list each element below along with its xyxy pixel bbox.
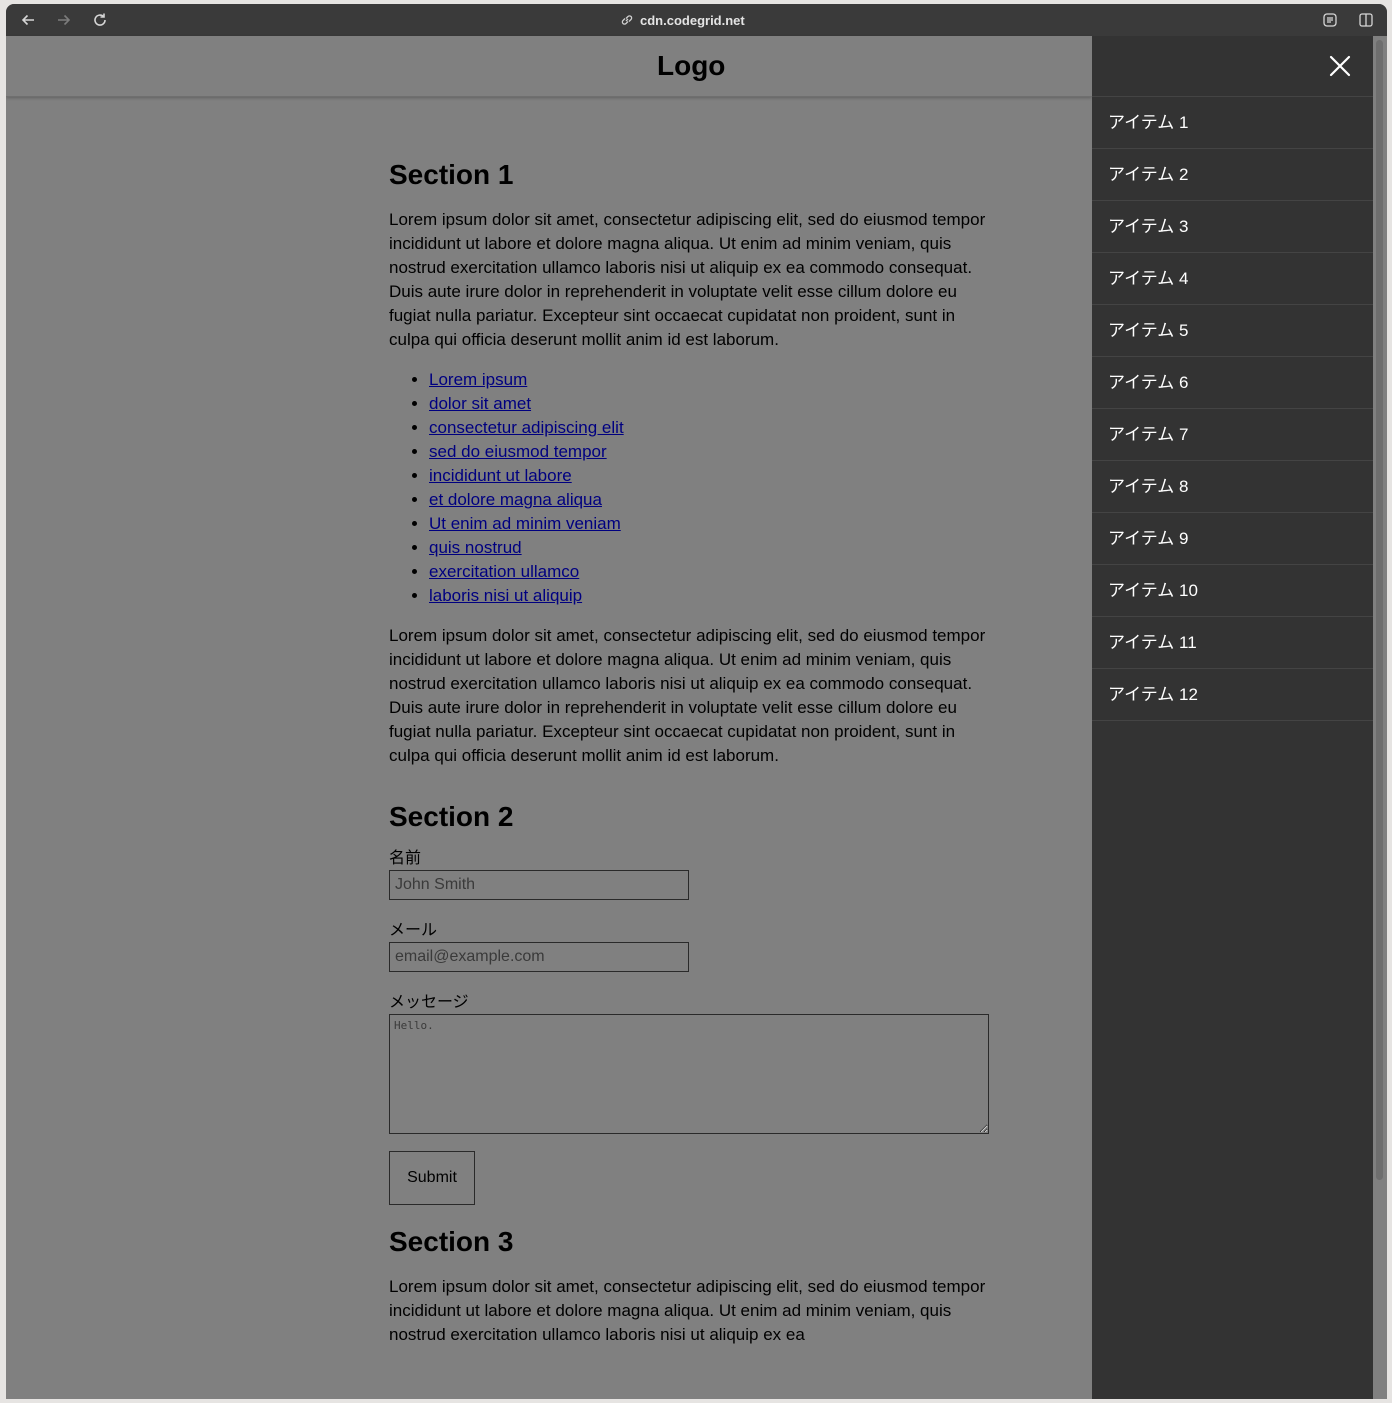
drawer-item-12[interactable]: アイテム 12 — [1092, 669, 1373, 721]
list-item: exercitation ullamco — [429, 560, 989, 584]
back-button[interactable] — [18, 10, 38, 30]
browser-window: cdn.codegrid.net Logo Section 1 Lorem ip… — [6, 4, 1387, 1399]
page-scrollbar[interactable] — [1376, 40, 1383, 1180]
email-label: メール — [389, 922, 438, 939]
drawer-item-8[interactable]: アイテム 8 — [1092, 461, 1373, 513]
drawer-item-3[interactable]: アイテム 3 — [1092, 201, 1373, 253]
list-item: quis nostrud — [429, 536, 989, 560]
list-item: incididunt ut labore — [429, 464, 989, 488]
browser-toolbar: cdn.codegrid.net — [6, 4, 1387, 36]
list-item: sed do eiusmod tempor — [429, 440, 989, 464]
section-3-title: Section 3 — [389, 1226, 514, 1257]
logo[interactable]: Logo — [657, 50, 725, 82]
link-icon — [621, 15, 633, 25]
drawer-item-1[interactable]: アイテム 1 — [1092, 97, 1373, 149]
reload-icon — [94, 13, 106, 26]
navigation-drawer: アイテム 1 アイテム 2 アイテム 3 アイテム 4 アイテム 5 アイテム … — [1092, 36, 1373, 1399]
link-laboris[interactable]: laboris nisi ut aliquip — [429, 586, 582, 605]
extension-button[interactable] — [1320, 10, 1340, 30]
sidebar-toggle-button[interactable] — [1356, 10, 1376, 30]
reload-button[interactable] — [90, 10, 110, 30]
drawer-item-7[interactable]: アイテム 7 — [1092, 409, 1373, 461]
list-item: laboris nisi ut aliquip — [429, 584, 989, 608]
list-item: Ut enim ad minim veniam — [429, 512, 989, 536]
message-label: メッセージ — [389, 994, 469, 1011]
link-exercitation[interactable]: exercitation ullamco — [429, 562, 579, 581]
arrow-right-icon — [58, 14, 71, 26]
close-button[interactable] — [1327, 53, 1353, 79]
url-text: cdn.codegrid.net — [640, 12, 745, 28]
address-bar[interactable]: cdn.codegrid.net — [620, 12, 745, 28]
link-lorem-ipsum[interactable]: Lorem ipsum — [429, 370, 527, 389]
section-1-paragraph-1: Lorem ipsum dolor sit amet, consectetur … — [389, 210, 986, 349]
drawer-item-5[interactable]: アイテム 5 — [1092, 305, 1373, 357]
arrow-left-icon — [21, 14, 34, 26]
drawer-header — [1092, 36, 1373, 97]
extension-icon — [1323, 13, 1337, 27]
link-incididunt[interactable]: incididunt ut labore — [429, 466, 572, 485]
drawer-item-2[interactable]: アイテム 2 — [1092, 149, 1373, 201]
link-dolor-sit-amet[interactable]: dolor sit amet — [429, 394, 531, 413]
drawer-item-11[interactable]: アイテム 11 — [1092, 617, 1373, 669]
close-icon — [1329, 55, 1351, 77]
drawer-item-4[interactable]: アイテム 4 — [1092, 253, 1373, 305]
drawer-item-9[interactable]: アイテム 9 — [1092, 513, 1373, 565]
list-item: et dolore magna aliqua — [429, 488, 989, 512]
section-2-title: Section 2 — [389, 801, 514, 832]
message-field[interactable] — [389, 1014, 989, 1134]
email-field[interactable] — [389, 942, 689, 972]
section-1-paragraph-2: Lorem ipsum dolor sit amet, consectetur … — [389, 626, 986, 765]
drawer-item-6[interactable]: アイテム 6 — [1092, 357, 1373, 409]
list-item: consectetur adipiscing elit — [429, 416, 989, 440]
name-label: 名前 — [389, 850, 422, 867]
link-sed-do-eiusmod[interactable]: sed do eiusmod tempor — [429, 442, 607, 461]
main-content: Section 1 Lorem ipsum dolor sit amet, co… — [389, 96, 989, 1347]
link-quis-nostrud[interactable]: quis nostrud — [429, 538, 522, 557]
name-field[interactable] — [389, 870, 689, 900]
section-1-title: Section 1 — [389, 159, 514, 190]
list-item: Lorem ipsum — [429, 368, 989, 392]
link-et-dolore[interactable]: et dolore magna aliqua — [429, 490, 602, 509]
drawer-item-10[interactable]: アイテム 10 — [1092, 565, 1373, 617]
submit-button[interactable]: Submit — [389, 1151, 475, 1205]
sidebar-icon — [1359, 13, 1373, 27]
link-consectetur[interactable]: consectetur adipiscing elit — [429, 418, 624, 437]
section-1-link-list: Lorem ipsum dolor sit amet consectetur a… — [389, 368, 989, 608]
forward-button[interactable] — [54, 10, 74, 30]
section-3-paragraph-1: Lorem ipsum dolor sit amet, consectetur … — [389, 1277, 986, 1344]
link-ut-enim[interactable]: Ut enim ad minim veniam — [429, 514, 621, 533]
page-header: Logo — [6, 36, 1092, 97]
contact-form: 名前 メール メッセージ Submit — [389, 850, 989, 1205]
list-item: dolor sit amet — [429, 392, 989, 416]
